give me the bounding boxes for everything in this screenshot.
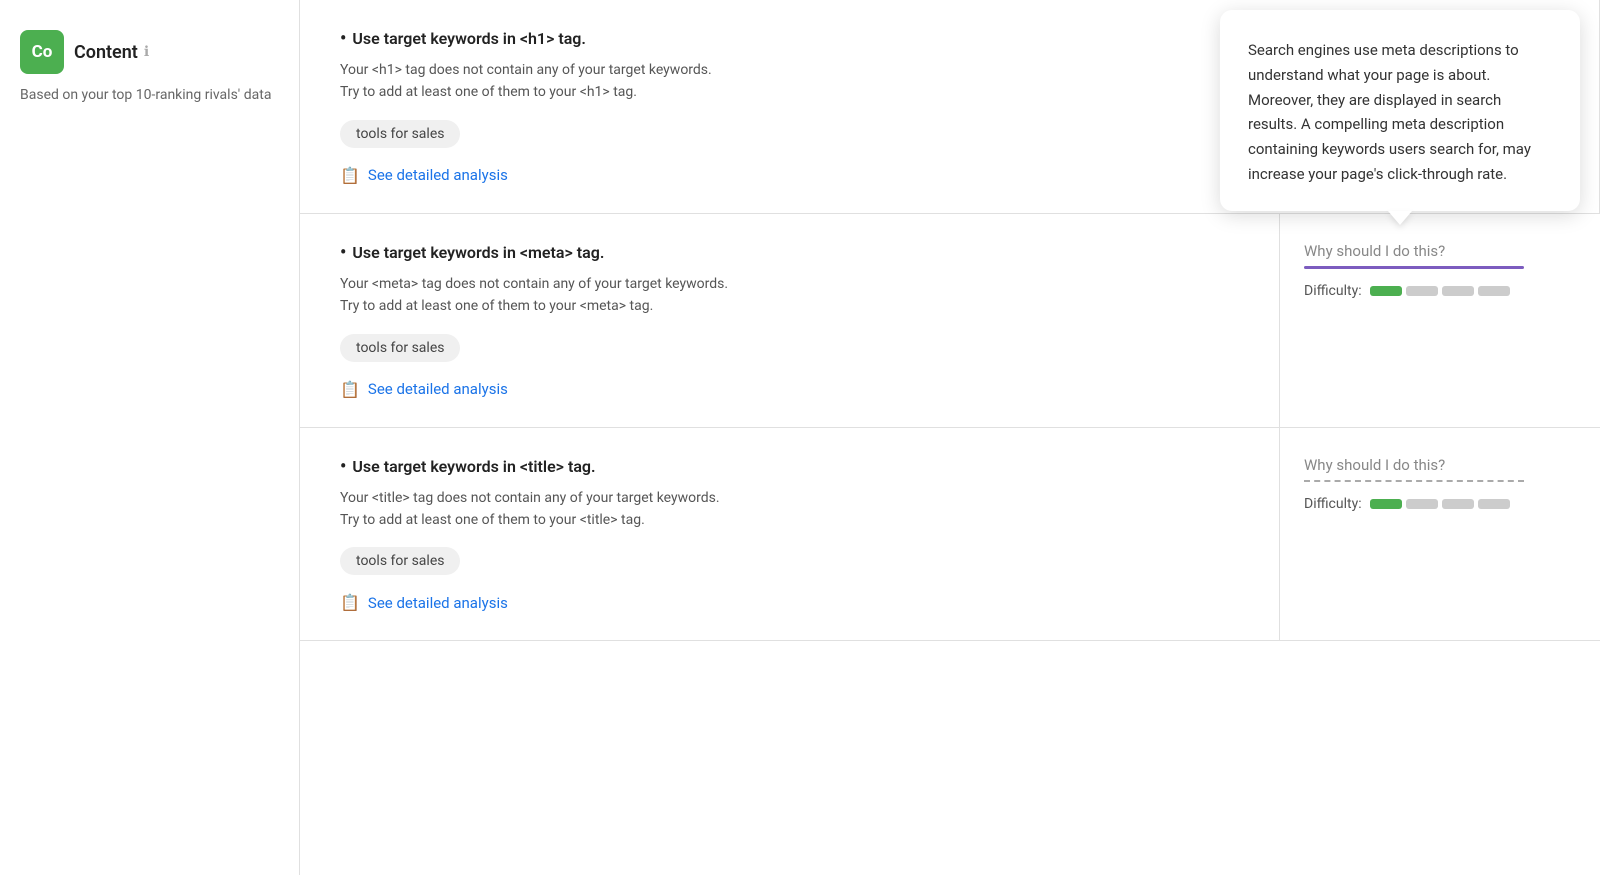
diff-seg-t4 <box>1478 499 1510 509</box>
tooltip-box: Search engines use meta descriptions to … <box>1220 10 1580 211</box>
why-label-meta[interactable]: Why should I do this? <box>1304 242 1576 260</box>
difficulty-bar-meta <box>1370 286 1510 296</box>
row-meta: • Use target keywords in <meta> tag. You… <box>300 214 1600 428</box>
row-h1: • Use target keywords in <h1> tag. Your … <box>300 0 1600 214</box>
analysis-link-icon-title: 📋 <box>340 593 360 612</box>
difficulty-bar-title <box>1370 499 1510 509</box>
description-title: Your <title> tag does not contain any of… <box>340 487 1247 532</box>
row-title-body: • Use target keywords in <title> tag. Yo… <box>300 428 1280 641</box>
item-title-title: • Use target keywords in <title> tag. <box>340 456 1247 477</box>
sidebar-title: Content <box>74 42 138 63</box>
analysis-link-title[interactable]: 📋 See detailed analysis <box>340 593 1247 612</box>
tooltip-text: Search engines use meta descriptions to … <box>1248 41 1531 183</box>
bullet-h1: • <box>340 28 346 49</box>
difficulty-label-meta: Difficulty: <box>1304 283 1362 299</box>
title-text-h1: Use target keywords in <h1> tag. <box>352 29 586 48</box>
row-title-sidebar: Why should I do this? Difficulty: <box>1280 428 1600 641</box>
title-text-title: Use target keywords in <title> tag. <box>352 457 595 476</box>
analysis-link-icon-meta: 📋 <box>340 380 360 399</box>
diff-seg-t1 <box>1370 499 1402 509</box>
info-icon[interactable]: ℹ <box>144 44 149 60</box>
analysis-link-icon-h1: 📋 <box>340 166 360 185</box>
analysis-link-meta[interactable]: 📋 See detailed analysis <box>340 380 1247 399</box>
diff-seg-t3 <box>1442 499 1474 509</box>
sidebar-header: Co Content ℹ <box>20 30 279 74</box>
analysis-link-label-h1: See detailed analysis <box>368 166 508 184</box>
title-text-meta: Use target keywords in <meta> tag. <box>352 243 604 262</box>
difficulty-row-title: Difficulty: <box>1304 496 1576 512</box>
diff-seg-1 <box>1370 286 1402 296</box>
row-title: • Use target keywords in <title> tag. Yo… <box>300 428 1600 642</box>
page-container: Co Content ℹ Based on your top 10-rankin… <box>0 0 1600 875</box>
why-dashed-title <box>1304 480 1524 482</box>
bullet-meta: • <box>340 242 346 263</box>
diff-seg-4 <box>1478 286 1510 296</box>
keyword-tag-title: tools for sales <box>340 547 460 575</box>
tooltip-arrow <box>1388 211 1412 225</box>
difficulty-label-title: Difficulty: <box>1304 496 1362 512</box>
sidebar-subtitle: Based on your top 10-ranking rivals' dat… <box>20 86 279 106</box>
difficulty-row-meta: Difficulty: <box>1304 283 1576 299</box>
sidebar-logo: Co <box>20 30 64 74</box>
main-content: • Use target keywords in <h1> tag. Your … <box>300 0 1600 875</box>
row-meta-sidebar: Why should I do this? Difficulty: <box>1280 214 1600 427</box>
description-meta: Your <meta> tag does not contain any of … <box>340 273 1247 318</box>
diff-seg-3 <box>1442 286 1474 296</box>
keyword-tag-meta: tools for sales <box>340 334 460 362</box>
sidebar: Co Content ℹ Based on your top 10-rankin… <box>0 0 300 875</box>
diff-seg-t2 <box>1406 499 1438 509</box>
why-label-title[interactable]: Why should I do this? <box>1304 456 1576 474</box>
why-underline-meta <box>1304 266 1524 269</box>
keyword-tag-h1: tools for sales <box>340 120 460 148</box>
analysis-link-label-meta: See detailed analysis <box>368 380 508 398</box>
bullet-title: • <box>340 456 346 477</box>
row-meta-body: • Use target keywords in <meta> tag. You… <box>300 214 1280 427</box>
sidebar-title-row: Content ℹ <box>74 42 149 63</box>
analysis-link-label-title: See detailed analysis <box>368 594 508 612</box>
diff-seg-2 <box>1406 286 1438 296</box>
item-title-meta: • Use target keywords in <meta> tag. <box>340 242 1247 263</box>
